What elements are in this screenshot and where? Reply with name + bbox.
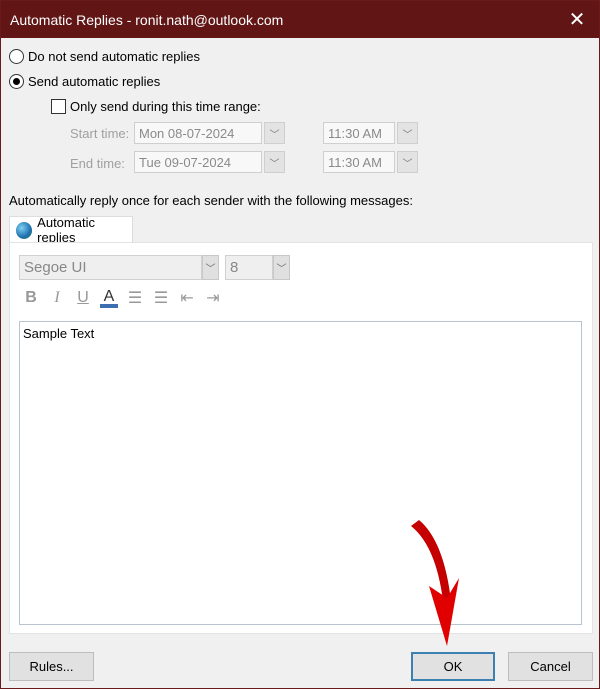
message-editor[interactable]: Sample Text [19,321,582,625]
radio-label: Send automatic replies [28,74,161,89]
font-size-combo[interactable]: 8 ﹀ [225,255,290,280]
chevron-down-icon[interactable]: ﹀ [264,122,285,144]
tab-automatic-replies[interactable]: Automatic replies [9,215,133,245]
automatic-replies-dialog: Automatic Replies - ronit.nath@outlook.c… [0,0,600,689]
chevron-down-icon[interactable]: ﹀ [273,255,290,280]
ok-button[interactable]: OK [411,652,495,681]
close-icon: ✕ [568,9,586,31]
bullets-icon[interactable]: ☰ [122,288,148,308]
close-button[interactable]: ✕ [555,1,599,38]
numbering-icon[interactable]: ☰ [148,288,174,308]
font-name-field[interactable]: Segoe UI [19,255,202,280]
tab-label: Automatic replies [37,215,95,245]
rules-button[interactable]: Rules... [9,652,94,681]
checkbox-time-range[interactable]: Only send during this time range: [51,99,261,114]
chevron-down-icon[interactable]: ﹀ [202,255,219,280]
bold-button[interactable]: B [18,289,44,307]
radio-icon [9,49,24,64]
end-date-combo[interactable]: Tue 09-07-2024 ﹀ [134,151,285,173]
message-text: Sample Text [23,326,95,341]
globe-icon [16,221,33,239]
start-date-field[interactable]: Mon 08-07-2024 [134,122,262,144]
chevron-down-icon[interactable]: ﹀ [397,151,418,173]
start-time-label: Start time: [70,126,130,141]
checkbox-icon [51,99,66,114]
title-bar: Automatic Replies - ronit.nath@outlook.c… [1,1,599,38]
start-date-combo[interactable]: Mon 08-07-2024 ﹀ [134,122,285,144]
font-color-button[interactable]: A [100,288,118,308]
end-time-field[interactable]: 11:30 AM [323,151,395,173]
instruction-text: Automatically reply once for each sender… [9,193,413,208]
checkbox-label: Only send during this time range: [70,99,261,114]
font-size-field[interactable]: 8 [225,255,273,280]
end-time-label: End time: [70,156,125,171]
radio-do-not-send[interactable]: Do not send automatic replies [9,49,200,64]
end-date-field[interactable]: Tue 09-07-2024 [134,151,262,173]
chevron-down-icon[interactable]: ﹀ [264,151,285,173]
radio-send[interactable]: Send automatic replies [9,74,160,89]
cancel-button[interactable]: Cancel [508,652,593,681]
start-time-combo[interactable]: 11:30 AM ﹀ [323,122,418,144]
formatting-toolbar: B I U A ☰ ☰ ⇤ ⇥ [18,288,226,308]
underline-button[interactable]: U [70,289,96,307]
decrease-indent-icon[interactable]: ⇤ [174,288,200,308]
start-time-field[interactable]: 11:30 AM [323,122,395,144]
radio-icon-selected [9,74,24,89]
font-name-combo[interactable]: Segoe UI ﹀ [19,255,219,280]
increase-indent-icon[interactable]: ⇥ [200,288,226,308]
end-time-combo[interactable]: 11:30 AM ﹀ [323,151,418,173]
window-title: Automatic Replies - ronit.nath@outlook.c… [10,11,284,28]
chevron-down-icon[interactable]: ﹀ [397,122,418,144]
radio-label: Do not send automatic replies [28,49,200,64]
italic-button[interactable]: I [44,289,70,307]
